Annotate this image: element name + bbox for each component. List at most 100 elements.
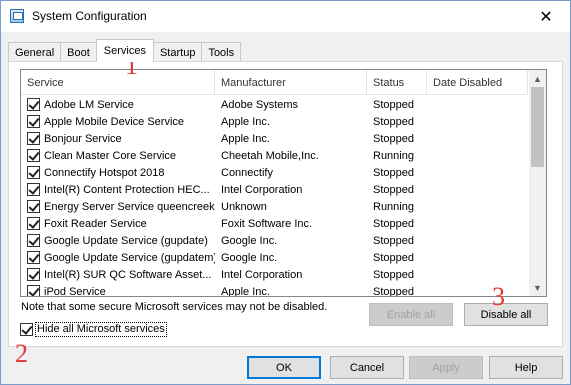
tab-boot[interactable]: Boot xyxy=(60,42,97,62)
service-checkbox[interactable] xyxy=(27,234,40,247)
service-checkbox[interactable] xyxy=(27,268,40,281)
manufacturer-cell: Connectify xyxy=(221,166,273,179)
tab-general[interactable]: General xyxy=(8,42,62,62)
service-cell: Foxit Reader Service xyxy=(21,217,215,230)
status-cell: Stopped xyxy=(373,251,414,264)
secure-services-note: Note that some secure Microsoft services… xyxy=(21,301,328,313)
status-cell: Stopped xyxy=(373,115,414,128)
hide-microsoft-services-checkbox[interactable]: Hide all Microsoft services xyxy=(20,322,167,337)
table-row[interactable]: Google Update Service (gupdatem) Google I… xyxy=(21,249,528,266)
manufacturer-cell: Intel Corporation xyxy=(221,183,303,196)
system-configuration-window: System Configuration ✕ General Boot Serv… xyxy=(0,0,571,385)
checkbox-icon[interactable] xyxy=(20,323,33,336)
service-cell: Energy Server Service queencreek xyxy=(21,200,215,213)
tab-strip: General Boot Services Startup Tools xyxy=(8,39,242,62)
table-row[interactable]: Google Update Service (gupdate) Google In… xyxy=(21,232,528,249)
cancel-label: Cancel xyxy=(349,361,385,374)
service-checkbox[interactable] xyxy=(27,251,40,264)
service-name: Bonjour Service xyxy=(44,132,122,145)
table-row[interactable]: iPod Service Apple Inc. Stopped xyxy=(21,283,528,297)
tab-services[interactable]: Services xyxy=(95,39,154,62)
service-cell: Intel(R) SUR QC Software Asset... xyxy=(21,268,215,281)
status-cell: Stopped xyxy=(373,234,414,247)
service-name: Connectify Hotspot 2018 xyxy=(44,166,165,179)
status-cell: Stopped xyxy=(373,183,414,196)
window-title: System Configuration xyxy=(32,9,147,23)
ok-button[interactable]: OK xyxy=(247,356,321,379)
close-button[interactable]: ✕ xyxy=(524,1,568,32)
table-row[interactable]: Intel(R) SUR QC Software Asset... Intel C… xyxy=(21,266,528,283)
service-checkbox[interactable] xyxy=(27,285,40,296)
service-rows: Adobe LM Service Adobe Systems Stopped Appl… xyxy=(21,96,528,297)
status-cell: Stopped xyxy=(373,268,414,281)
service-cell: Bonjour Service xyxy=(21,132,215,145)
manufacturer-cell: Apple Inc. xyxy=(221,285,270,297)
service-checkbox[interactable] xyxy=(27,200,40,213)
service-name: Foxit Reader Service xyxy=(44,217,147,230)
service-name: Intel(R) Content Protection HEC... xyxy=(44,183,210,196)
status-cell: Stopped xyxy=(373,166,414,179)
title-bar: System Configuration ✕ xyxy=(1,1,570,32)
scrollbar-thumb[interactable] xyxy=(531,87,544,167)
msconfig-icon xyxy=(10,9,24,23)
vertical-scrollbar[interactable]: ▲ ▼ xyxy=(529,70,546,296)
tab-startup[interactable]: Startup xyxy=(152,42,203,62)
apply-button[interactable]: Apply xyxy=(409,356,483,379)
tab-tools[interactable]: Tools xyxy=(201,42,242,62)
manufacturer-cell: Google Inc. xyxy=(221,251,278,264)
table-row[interactable]: Foxit Reader Service Foxit Software Inc. S… xyxy=(21,215,528,232)
manufacturer-cell: Foxit Software Inc. xyxy=(221,217,313,230)
service-cell: Google Update Service (gupdatem) xyxy=(21,251,215,264)
help-label: Help xyxy=(514,361,538,374)
service-name: Intel(R) SUR QC Software Asset... xyxy=(44,268,212,281)
manufacturer-cell: Intel Corporation xyxy=(221,268,303,281)
manufacturer-cell: Apple Inc. xyxy=(221,132,270,145)
hide-microsoft-services-label[interactable]: Hide all Microsoft services xyxy=(35,322,167,337)
service-cell: Intel(R) Content Protection HEC... xyxy=(21,183,215,196)
service-name: Clean Master Core Service xyxy=(44,149,177,162)
column-header-service[interactable]: Service xyxy=(21,70,215,95)
chevron-up-icon[interactable]: ▲ xyxy=(529,70,546,87)
service-checkbox[interactable] xyxy=(27,132,40,145)
table-row[interactable]: Clean Master Core Service Cheetah Mobile,… xyxy=(21,147,528,164)
service-checkbox[interactable] xyxy=(27,115,40,128)
ok-label: OK xyxy=(276,361,292,374)
column-header-manufacturer[interactable]: Manufacturer xyxy=(215,70,367,95)
table-row[interactable]: Adobe LM Service Adobe Systems Stopped xyxy=(21,96,528,113)
close-icon: ✕ xyxy=(539,8,553,26)
service-checkbox[interactable] xyxy=(27,183,40,196)
status-cell: Stopped xyxy=(373,98,414,111)
manufacturer-cell: Apple Inc. xyxy=(221,115,270,128)
disable-all-button[interactable]: Disable all xyxy=(464,303,548,326)
status-cell: Stopped xyxy=(373,285,414,297)
manufacturer-cell: Google Inc. xyxy=(221,234,278,247)
enable-all-button[interactable]: Enable all xyxy=(369,303,453,326)
column-header-status[interactable]: Status xyxy=(367,70,427,95)
table-row[interactable]: Bonjour Service Apple Inc. Stopped xyxy=(21,130,528,147)
table-row[interactable]: Connectify Hotspot 2018 Connectify Stopped xyxy=(21,164,528,181)
status-cell: Stopped xyxy=(373,132,414,145)
service-checkbox[interactable] xyxy=(27,149,40,162)
table-row[interactable]: Apple Mobile Device Service Apple Inc. Sto… xyxy=(21,113,528,130)
manufacturer-cell: Unknown xyxy=(221,200,267,213)
service-cell: iPod Service xyxy=(21,285,215,297)
service-cell: Google Update Service (gupdate) xyxy=(21,234,215,247)
service-name: Google Update Service (gupdatem) xyxy=(44,251,215,264)
column-header-date-disabled[interactable]: Date Disabled xyxy=(427,70,528,95)
service-name: Apple Mobile Device Service xyxy=(44,115,185,128)
service-checkbox[interactable] xyxy=(27,217,40,230)
service-name: Energy Server Service queencreek xyxy=(44,200,215,213)
service-checkbox[interactable] xyxy=(27,166,40,179)
service-name: iPod Service xyxy=(44,285,106,297)
annotation-3: 3 xyxy=(492,282,505,311)
apply-label: Apply xyxy=(432,361,460,374)
cancel-button[interactable]: Cancel xyxy=(330,356,404,379)
help-button[interactable]: Help xyxy=(489,356,563,379)
service-cell: Clean Master Core Service xyxy=(21,149,215,162)
table-row[interactable]: Energy Server Service queencreek Unknown R… xyxy=(21,198,528,215)
chevron-down-icon[interactable]: ▼ xyxy=(529,279,546,296)
service-checkbox[interactable] xyxy=(27,98,40,111)
status-cell: Stopped xyxy=(373,217,414,230)
services-list[interactable]: Service Manufacturer Status Date Disable… xyxy=(20,69,547,297)
table-row[interactable]: Intel(R) Content Protection HEC... Intel … xyxy=(21,181,528,198)
